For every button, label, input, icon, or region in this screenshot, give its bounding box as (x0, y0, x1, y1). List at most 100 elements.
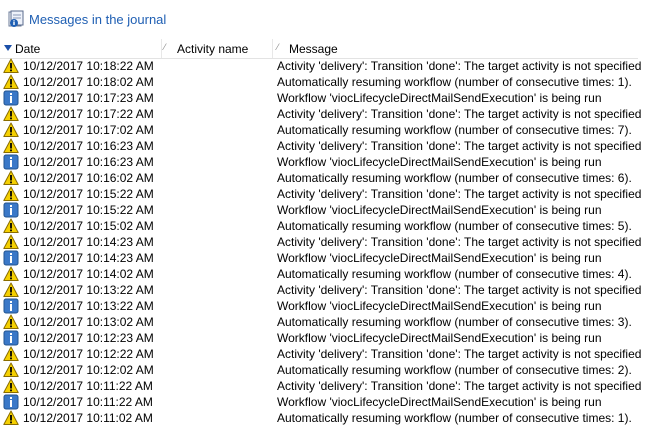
info-icon (3, 202, 19, 218)
table-row[interactable]: 10/12/2017 10:15:22 AM Workflow 'viocLife… (0, 202, 653, 218)
row-message: Activity 'delivery': Transition 'done': … (277, 347, 642, 361)
row-date: 10/12/2017 10:15:02 AM (23, 219, 154, 233)
table-row[interactable]: 10/12/2017 10:11:22 AM Activity 'delivery… (0, 378, 653, 394)
row-message: Automatically resuming workflow (number … (277, 171, 632, 185)
table-row[interactable]: 10/12/2017 10:15:22 AM Activity 'delivery… (0, 186, 653, 202)
column-activity-label: Activity name (177, 42, 249, 56)
column-message-label: Message (289, 42, 338, 56)
table-row[interactable]: 10/12/2017 10:18:02 AM Automatically resu… (0, 74, 653, 90)
row-date: 10/12/2017 10:17:23 AM (23, 91, 154, 105)
row-date: 10/12/2017 10:18:02 AM (23, 75, 154, 89)
table-row[interactable]: 10/12/2017 10:12:22 AM Activity 'delivery… (0, 346, 653, 362)
info-icon (3, 394, 19, 410)
table-row[interactable]: 10/12/2017 10:13:22 AM Workflow 'viocLife… (0, 298, 653, 314)
row-message: Automatically resuming workflow (number … (277, 363, 632, 377)
row-message: Activity 'delivery': Transition 'done': … (277, 107, 642, 121)
table-row[interactable]: 10/12/2017 10:12:23 AM Workflow 'viocLife… (0, 330, 653, 346)
row-date: 10/12/2017 10:11:22 AM (23, 379, 153, 393)
warning-icon (3, 234, 19, 250)
warning-icon (3, 266, 19, 282)
row-message: Automatically resuming workflow (number … (277, 219, 632, 233)
warning-icon (3, 314, 19, 330)
journal-rows: 10/12/2017 10:18:22 AM Activity 'delivery… (0, 58, 653, 433)
sort-descending-icon (4, 45, 12, 51)
row-date: 10/12/2017 10:11:02 AM (23, 411, 153, 425)
row-message: Activity 'delivery': Transition 'done': … (277, 187, 642, 201)
info-icon (3, 154, 19, 170)
warning-icon (3, 346, 19, 362)
table-row[interactable]: 10/12/2017 10:17:02 AM Automatically resu… (0, 122, 653, 138)
column-date-label: Date (15, 42, 41, 56)
table-row[interactable]: 10/12/2017 10:11:02 AM Automatically resu… (0, 410, 653, 426)
row-date: 10/12/2017 10:14:23 AM (23, 235, 154, 249)
row-message: Activity 'delivery': Transition 'done': … (277, 379, 642, 393)
table-row[interactable]: 10/12/2017 10:12:02 AM Automatically resu… (0, 362, 653, 378)
row-message: Automatically resuming workflow (number … (277, 315, 632, 329)
row-date: 10/12/2017 10:14:02 AM (23, 267, 154, 281)
journal-toolbar: Messages in the journal (0, 0, 653, 38)
warning-icon (3, 122, 19, 138)
journal-icon[interactable] (8, 10, 24, 28)
table-row[interactable]: 10/12/2017 10:13:02 AM Automatically resu… (0, 314, 653, 330)
warning-icon (3, 282, 19, 298)
row-message: Workflow 'viocLifecycleDirectMailSendExe… (277, 299, 602, 313)
row-message: Activity 'delivery': Transition 'done': … (277, 235, 642, 249)
row-message: Workflow 'viocLifecycleDirectMailSendExe… (277, 251, 602, 265)
info-icon (3, 330, 19, 346)
table-row[interactable]: 10/12/2017 10:11:22 AM Workflow 'viocLife… (0, 394, 653, 410)
row-message: Workflow 'viocLifecycleDirectMailSendExe… (277, 395, 602, 409)
warning-icon (3, 58, 19, 74)
warning-icon (3, 170, 19, 186)
column-divider[interactable] (272, 39, 273, 58)
journal-table-header: Date ⁄ Activity name ⁄ Message (0, 39, 638, 59)
row-date: 10/12/2017 10:13:02 AM (23, 315, 154, 329)
warning-icon (3, 106, 19, 122)
table-row[interactable]: 10/12/2017 10:16:23 AM Activity 'delivery… (0, 138, 653, 154)
row-message: Workflow 'viocLifecycleDirectMailSendExe… (277, 203, 602, 217)
column-resize-icon: ⁄ (277, 42, 279, 52)
info-icon (3, 298, 19, 314)
row-date: 10/12/2017 10:15:22 AM (23, 203, 154, 217)
warning-icon (3, 410, 19, 426)
info-icon (3, 250, 19, 266)
row-date: 10/12/2017 10:17:02 AM (23, 123, 154, 137)
row-message: Workflow 'viocLifecycleDirectMailSendExe… (277, 331, 602, 345)
warning-icon (3, 218, 19, 234)
table-row[interactable]: 10/12/2017 10:14:23 AM Workflow 'viocLife… (0, 250, 653, 266)
column-resize-icon: ⁄ (164, 42, 166, 52)
table-row[interactable]: 10/12/2017 10:13:22 AM Activity 'delivery… (0, 282, 653, 298)
table-row[interactable]: 10/12/2017 10:15:02 AM Automatically resu… (0, 218, 653, 234)
warning-icon (3, 378, 19, 394)
row-date: 10/12/2017 10:12:23 AM (23, 331, 154, 345)
table-row[interactable]: 10/12/2017 10:17:23 AM Workflow 'viocLife… (0, 90, 653, 106)
table-row[interactable]: 10/12/2017 10:14:02 AM Automatically resu… (0, 266, 653, 282)
warning-icon (3, 362, 19, 378)
row-date: 10/12/2017 10:12:22 AM (23, 347, 154, 361)
warning-icon (3, 186, 19, 202)
table-row[interactable]: 10/12/2017 10:14:23 AM Activity 'delivery… (0, 234, 653, 250)
table-row[interactable]: 10/12/2017 10:17:22 AM Activity 'delivery… (0, 106, 653, 122)
row-date: 10/12/2017 10:14:23 AM (23, 251, 154, 265)
row-message: Activity 'delivery': Transition 'done': … (277, 59, 642, 73)
row-message: Automatically resuming workflow (number … (277, 411, 632, 425)
row-date: 10/12/2017 10:15:22 AM (23, 187, 154, 201)
row-date: 10/12/2017 10:16:23 AM (23, 155, 154, 169)
table-row[interactable]: 10/12/2017 10:16:23 AM Workflow 'viocLife… (0, 154, 653, 170)
row-message: Activity 'delivery': Transition 'done': … (277, 139, 642, 153)
info-icon (3, 90, 19, 106)
journal-title-link[interactable]: Messages in the journal (29, 12, 166, 27)
row-date: 10/12/2017 10:13:22 AM (23, 299, 154, 313)
row-date: 10/12/2017 10:11:22 AM (23, 395, 153, 409)
table-row[interactable]: 10/12/2017 10:16:02 AM Automatically resu… (0, 170, 653, 186)
row-message: Activity 'delivery': Transition 'done': … (277, 283, 642, 297)
row-date: 10/12/2017 10:12:02 AM (23, 363, 154, 377)
row-date: 10/12/2017 10:17:22 AM (23, 107, 154, 121)
column-divider[interactable] (161, 39, 162, 58)
row-date: 10/12/2017 10:16:23 AM (23, 139, 154, 153)
row-date: 10/12/2017 10:16:02 AM (23, 171, 154, 185)
table-row[interactable]: 10/12/2017 10:18:22 AM Activity 'delivery… (0, 58, 653, 74)
row-message: Automatically resuming workflow (number … (277, 123, 632, 137)
row-message: Workflow 'viocLifecycleDirectMailSendExe… (277, 91, 602, 105)
row-message: Workflow 'viocLifecycleDirectMailSendExe… (277, 155, 602, 169)
warning-icon (3, 74, 19, 90)
